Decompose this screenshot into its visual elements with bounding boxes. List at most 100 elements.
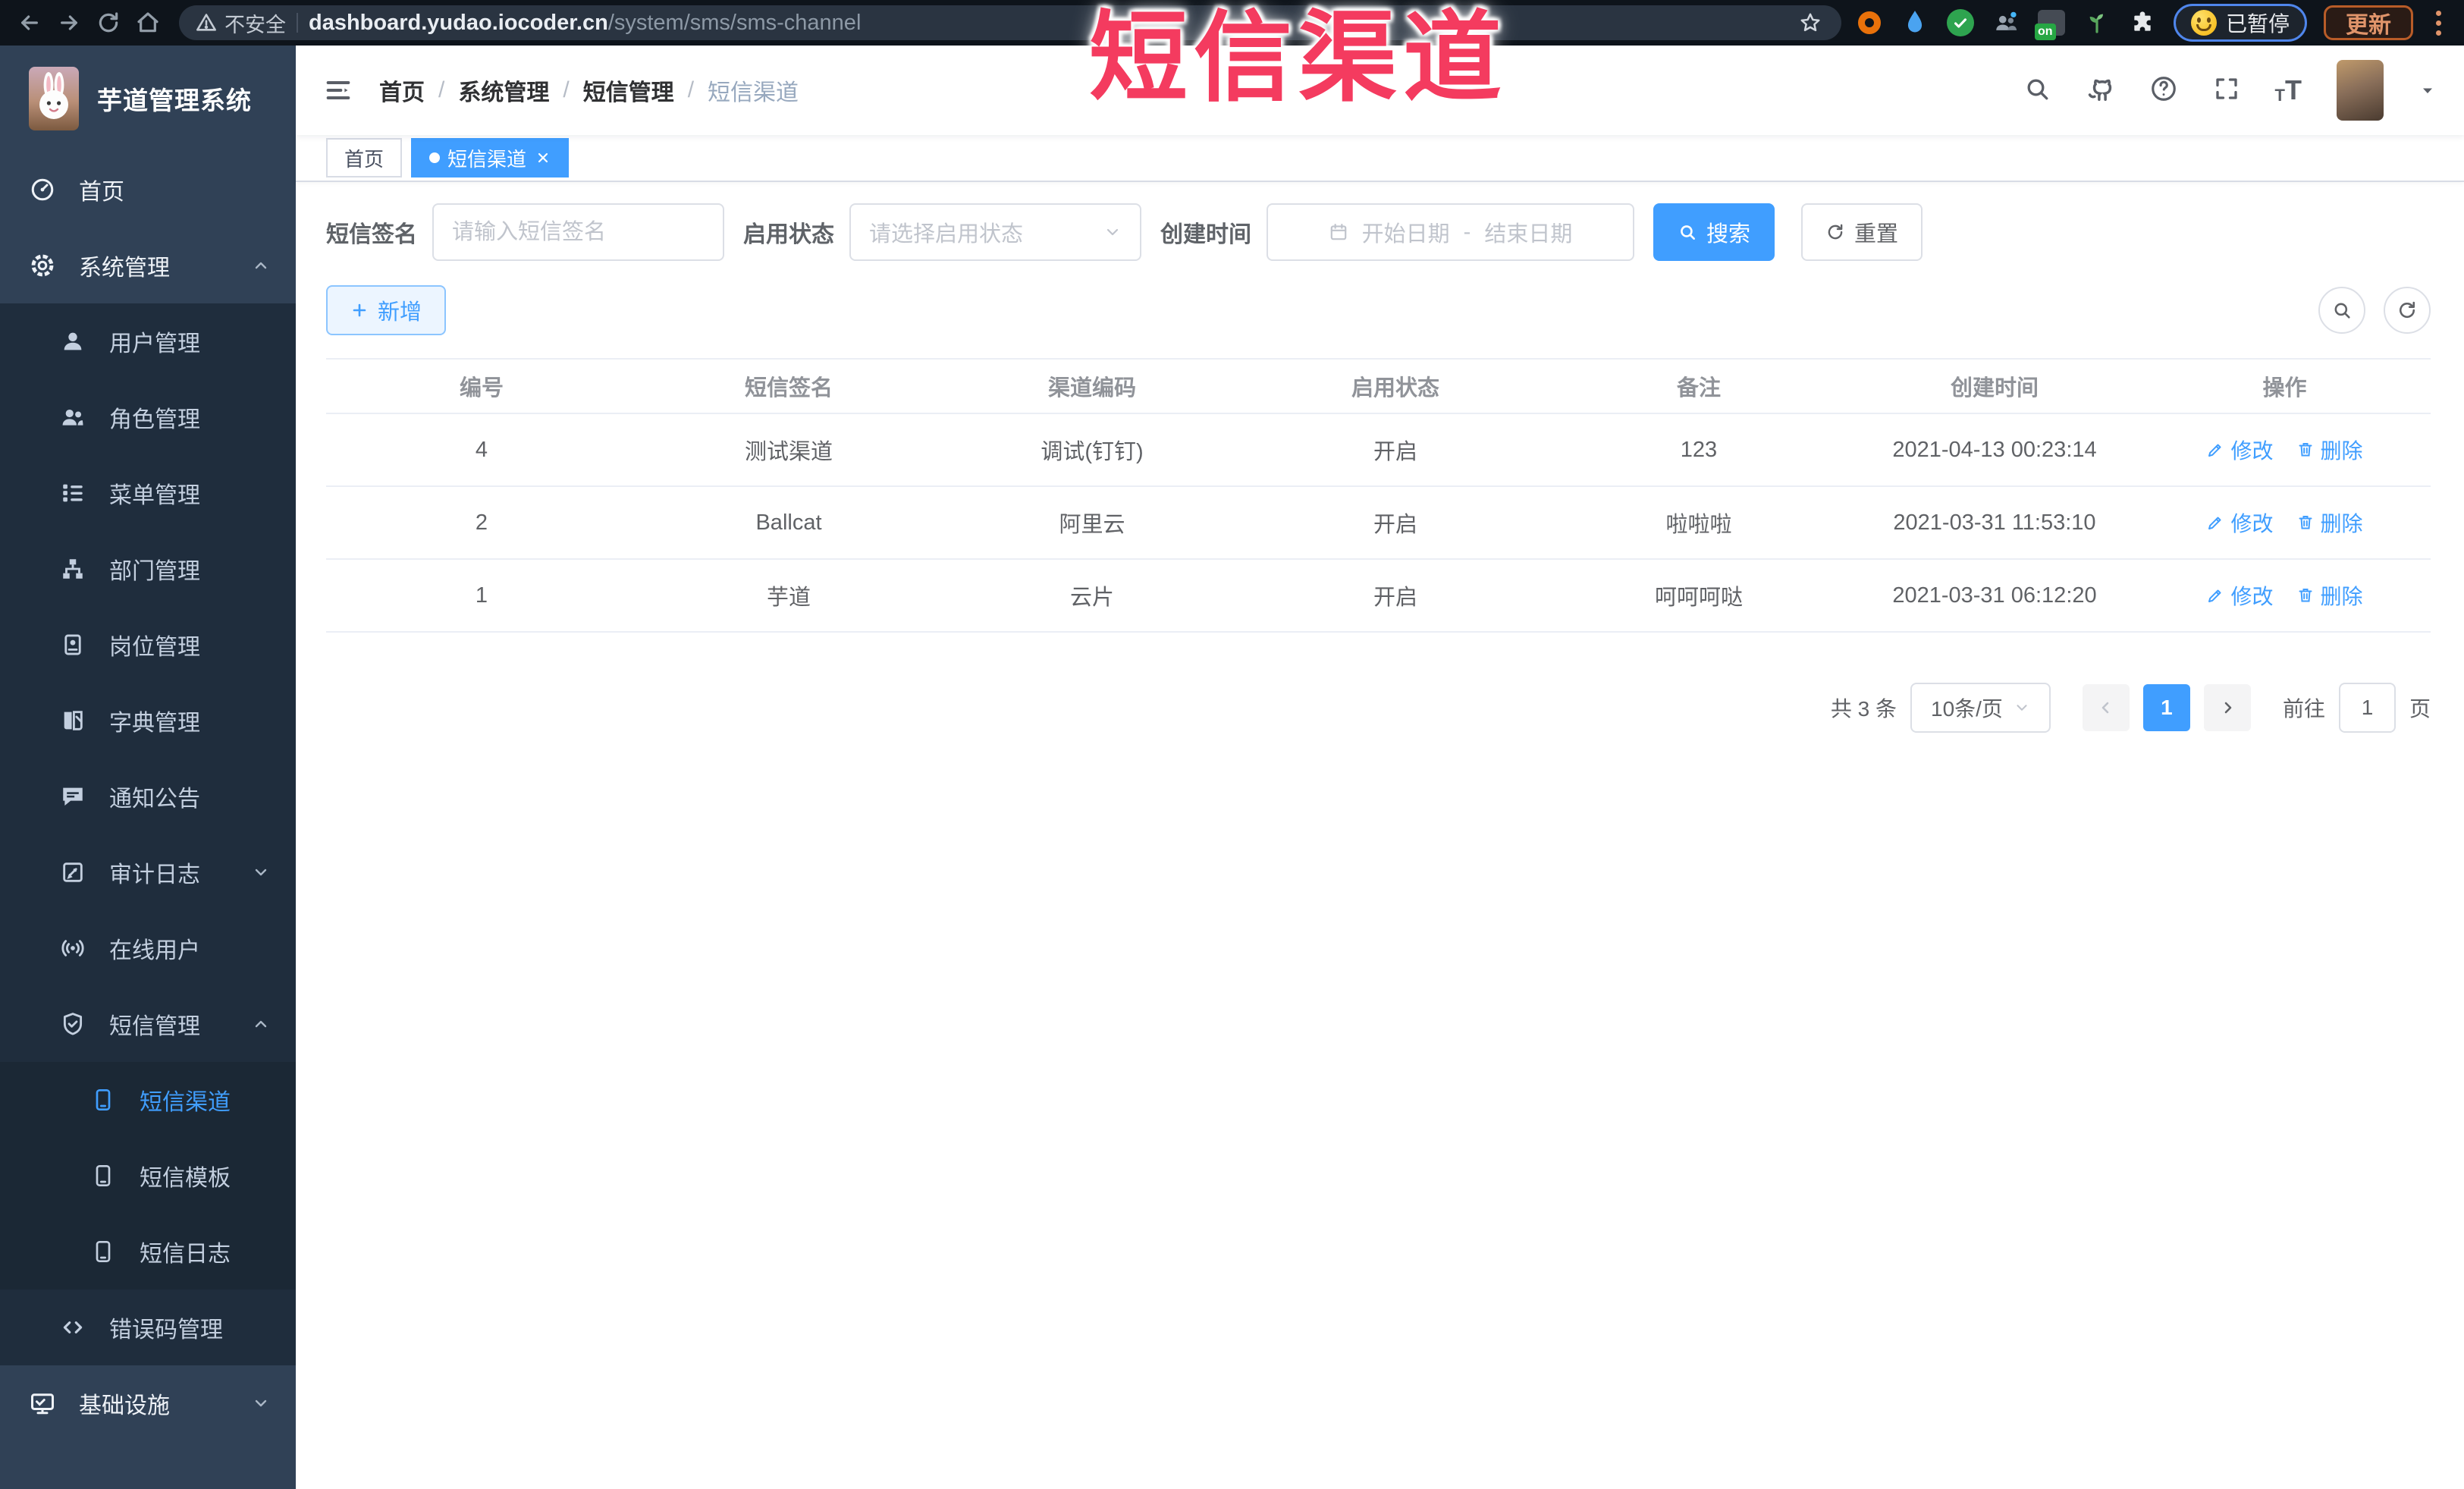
sidebar-item-label: 短信管理: [109, 1014, 200, 1039]
avatar[interactable]: [2337, 60, 2384, 121]
browser-menu-button[interactable]: [2430, 10, 2447, 36]
delete-label: 删除: [2320, 439, 2363, 463]
trash-icon: [2299, 516, 2312, 529]
table-row: 1 芋道 云片 开启 呵呵呵哒 2021-03-31 06:12:20 修改 删…: [326, 560, 2431, 633]
sidebar-item-sms-log[interactable]: 短信日志: [0, 1214, 296, 1290]
search-button[interactable]: 搜索: [1653, 203, 1775, 261]
avatar-menu-button[interactable]: [2418, 81, 2437, 99]
app-title: 芋道管理系统: [97, 86, 252, 115]
chevron-down-icon: [252, 863, 270, 881]
column-header: 渠道编码: [1047, 376, 1136, 401]
breadcrumb-item[interactable]: 短信管理: [583, 74, 674, 107]
add-button[interactable]: 新增: [326, 285, 447, 335]
close-tab-button[interactable]: [535, 150, 551, 165]
column-header: 启用状态: [1351, 376, 1439, 401]
paused-extension-button[interactable]: 已暂停: [2173, 4, 2307, 42]
edit-link[interactable]: 修改: [2206, 507, 2274, 538]
delete-link[interactable]: 删除: [2296, 507, 2363, 538]
cell-status: 开启: [1373, 440, 1417, 464]
plant-icon: [2089, 14, 2103, 33]
github-link-button[interactable]: [2086, 74, 2114, 107]
goto-page-input[interactable]: [2338, 683, 2396, 733]
toggle-search-button[interactable]: [2318, 287, 2365, 334]
edit-link[interactable]: 修改: [2206, 580, 2274, 611]
sign-input[interactable]: [452, 219, 705, 245]
reset-button[interactable]: 重置: [1801, 203, 1923, 261]
breadcrumb-item[interactable]: 首页: [379, 74, 425, 107]
cell-id: 4: [475, 437, 488, 462]
monitor-icon: [29, 1390, 56, 1417]
tab-home[interactable]: 首页: [326, 138, 403, 177]
address-bar[interactable]: 不安全 dashboard.yudao.iocoder.cn/system/sm…: [179, 5, 1841, 40]
extension-donut-button[interactable]: [1855, 8, 1884, 37]
page-number-button[interactable]: 1: [2142, 684, 2190, 731]
chevron-left-icon: [2101, 702, 2109, 714]
prev-page-button[interactable]: [2082, 684, 2130, 731]
column-header: 创建时间: [1950, 376, 2039, 401]
sidebar-item-post-mgmt[interactable]: 岗位管理: [0, 607, 296, 683]
code-icon: [59, 1314, 86, 1341]
sidebar-item-user-mgmt[interactable]: 用户管理: [0, 303, 296, 379]
home-button[interactable]: [130, 5, 165, 40]
sidebar-item-notice[interactable]: 通知公告: [0, 759, 296, 834]
header-actions: TT: [2023, 60, 2437, 121]
sidebar-item-dict-mgmt[interactable]: 字典管理: [0, 683, 296, 759]
extension-on-badge-button[interactable]: on: [2034, 8, 2066, 40]
caret-down-icon: [2423, 88, 2432, 93]
sidebar-logo[interactable]: 芋道管理系统: [0, 46, 296, 152]
edit-link[interactable]: 修改: [2206, 435, 2274, 465]
sidebar-item-menu-mgmt[interactable]: 菜单管理: [0, 455, 296, 531]
date-start-placeholder: 开始日期: [1361, 222, 1450, 247]
chevron-down-icon: [1106, 228, 1119, 236]
star-icon: [1800, 13, 1820, 32]
reset-button-label: 重置: [1854, 222, 1899, 247]
help-button[interactable]: [2149, 74, 2178, 107]
page-size-select[interactable]: 10条/页: [1910, 683, 2051, 733]
kebab-dot: [2436, 20, 2441, 26]
sidebar-item-sms-channel[interactable]: 短信渠道: [0, 1062, 296, 1138]
next-page-button[interactable]: [2203, 684, 2251, 731]
sidebar-toggle-button[interactable]: [323, 75, 353, 105]
extension-people-button[interactable]: [1992, 8, 2020, 37]
status-select-placeholder: 请选择启用状态: [869, 222, 1024, 247]
forward-button[interactable]: [52, 5, 86, 40]
status-select[interactable]: 请选择启用状态: [849, 203, 1141, 261]
reload-button[interactable]: [91, 5, 126, 40]
sidebar-item-infrastructure[interactable]: 基础设施: [0, 1365, 296, 1441]
font-size-button[interactable]: TT: [2275, 77, 2302, 104]
tab-sms-channel[interactable]: 短信渠道: [411, 138, 570, 177]
sidebar-item-sms-mgmt[interactable]: 短信管理: [0, 986, 296, 1062]
sidebar-item-role-mgmt[interactable]: 角色管理: [0, 379, 296, 455]
dashboard-icon: [29, 176, 56, 203]
date-range-separator: -: [1463, 219, 1471, 244]
breadcrumb-separator: /: [687, 77, 695, 102]
fullscreen-button[interactable]: [2213, 75, 2240, 106]
delete-link[interactable]: 删除: [2296, 580, 2363, 611]
on-badge-icon: on: [2034, 10, 2065, 40]
sidebar-item-sms-template[interactable]: 短信模板: [0, 1138, 296, 1214]
date-range-picker[interactable]: 开始日期 - 结束日期: [1267, 203, 1634, 261]
refresh-table-button[interactable]: [2384, 287, 2431, 334]
sidebar-item-audit-log[interactable]: 审计日志: [0, 834, 296, 910]
extensions-menu-button[interactable]: [2128, 8, 2157, 37]
time-label: 创建时间: [1160, 222, 1251, 247]
extension-pin-button[interactable]: [1901, 8, 1929, 37]
kebab-dot: [2436, 30, 2441, 36]
browser-update-button[interactable]: 更新: [2324, 5, 2413, 40]
search-button-label: 搜索: [1706, 222, 1751, 247]
sidebar-item-system-mgmt[interactable]: 系统管理: [0, 228, 296, 303]
github-icon: [2088, 79, 2111, 101]
sidebar: 芋道管理系统 首页 系统管理 用户管理 角色管理 菜单管理 部门管理 岗位管理 …: [0, 46, 296, 1489]
bookmark-star-button[interactable]: [1796, 8, 1825, 37]
back-button[interactable]: [12, 5, 47, 40]
sidebar-item-error-code[interactable]: 错误码管理: [0, 1290, 296, 1365]
extension-plant-button[interactable]: [2083, 8, 2111, 37]
edit-pencil-icon: [2208, 444, 2221, 457]
delete-link[interactable]: 删除: [2296, 435, 2363, 465]
sidebar-item-online-users[interactable]: 在线用户: [0, 910, 296, 986]
sidebar-item-dept-mgmt[interactable]: 部门管理: [0, 531, 296, 607]
header-search-button[interactable]: [2023, 75, 2051, 106]
sidebar-item-home[interactable]: 首页: [0, 152, 296, 228]
breadcrumb-item[interactable]: 系统管理: [458, 74, 549, 107]
extension-check-button[interactable]: [1946, 8, 1975, 37]
